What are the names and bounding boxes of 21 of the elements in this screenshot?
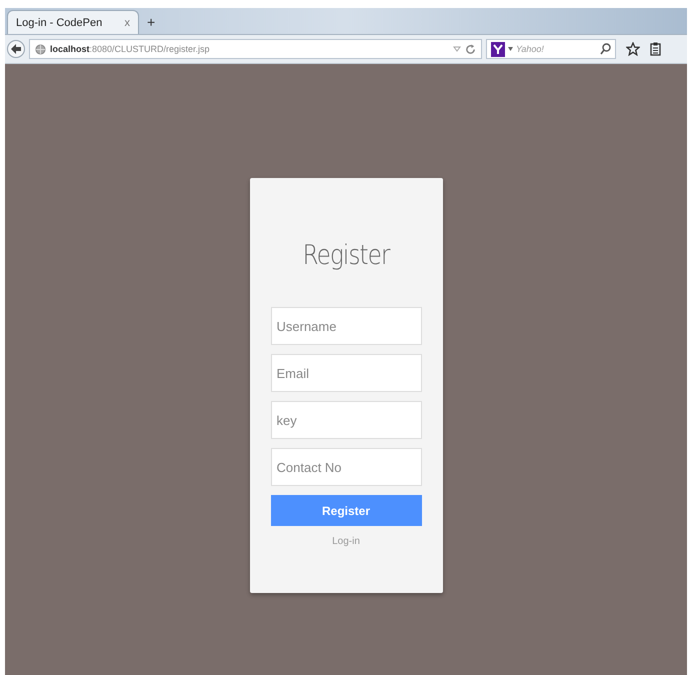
search-field[interactable]: Yahoo!	[486, 39, 616, 59]
url-text: localhost:8080/CLUSTURD/register.jsp	[50, 44, 210, 54]
reload-icon[interactable]	[465, 44, 476, 54]
input-field[interactable]: Contact No	[270, 448, 422, 486]
yahoo-logo-icon	[491, 42, 505, 56]
browser-tab[interactable]: Log-in - CodePen x	[7, 10, 139, 34]
star-icon[interactable]	[626, 42, 640, 56]
input-field[interactable]: Username	[270, 307, 422, 345]
new-tab-button[interactable]: +	[147, 14, 156, 30]
search-placeholder: Yahoo!	[516, 44, 544, 54]
clipboard-icon[interactable]	[650, 42, 661, 56]
tab-close-button[interactable]: x	[124, 16, 130, 28]
address-bar[interactable]: localhost:8080/CLUSTURD/register.jsp	[29, 39, 482, 59]
input-field[interactable]: Email	[270, 354, 422, 392]
dropdown-arrow-icon[interactable]	[508, 47, 513, 51]
form-title: Register	[302, 240, 390, 271]
register-button[interactable]: Register	[270, 495, 422, 526]
globe-icon	[35, 44, 46, 54]
input-field[interactable]: key	[270, 401, 422, 439]
search-icon[interactable]	[600, 43, 611, 55]
login-link[interactable]: Log-in	[332, 536, 360, 547]
